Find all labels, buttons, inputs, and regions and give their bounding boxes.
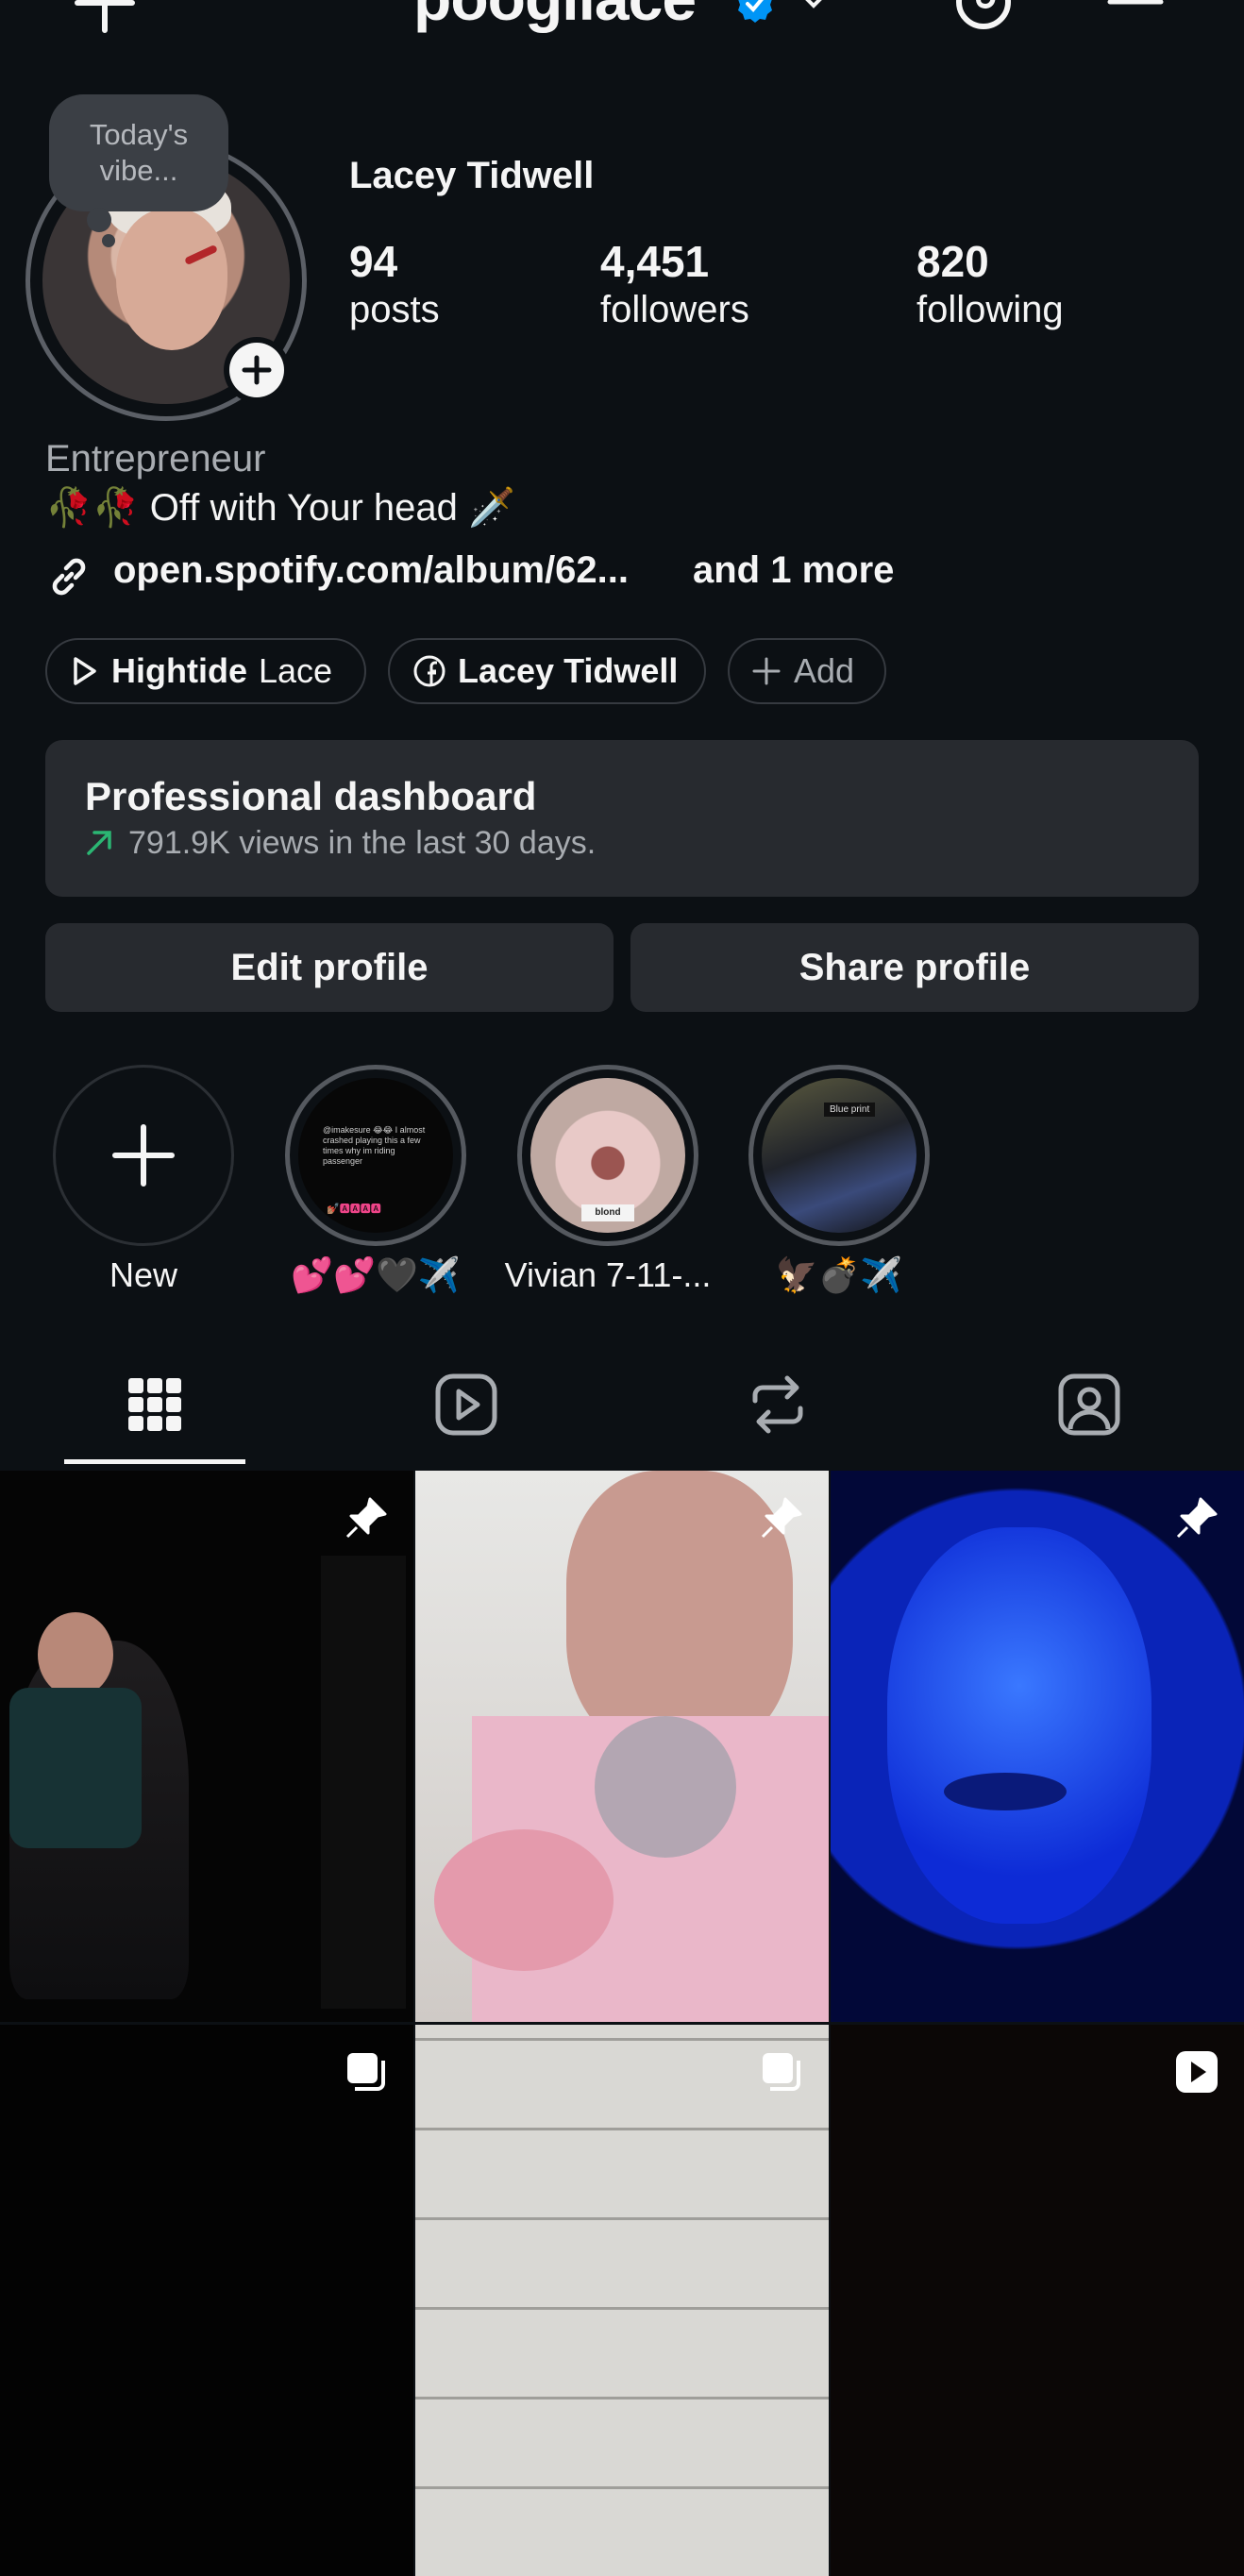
- post-tile-5[interactable]: [415, 2025, 829, 2576]
- threads-icon[interactable]: [953, 0, 1014, 32]
- top-bar: poogilace: [0, 0, 1244, 57]
- chip-facebook[interactable]: Lacey Tidwell: [388, 638, 706, 704]
- active-tab-indicator: [64, 1459, 245, 1464]
- note-bubble-tail-small: [102, 234, 115, 247]
- more-links[interactable]: and 1 more: [693, 549, 894, 592]
- tagged-icon[interactable]: [1053, 1369, 1125, 1440]
- chip-music-artist: Lace: [258, 651, 333, 690]
- pin-icon: [761, 1497, 802, 1539]
- plus-icon: [112, 1124, 175, 1187]
- highlight-new[interactable]: [53, 1065, 234, 1246]
- add-story-button[interactable]: [224, 337, 290, 403]
- post-tile-1[interactable]: [0, 1471, 413, 2022]
- following-count[interactable]: 820: [916, 236, 989, 287]
- pin-icon: [345, 1497, 387, 1539]
- chip-facebook-label: Lacey Tidwell: [458, 651, 679, 690]
- verified-badge-icon: [738, 0, 772, 23]
- highlight-3-label: Vivian 7-11-...: [504, 1255, 712, 1294]
- post-tile-6[interactable]: [831, 2025, 1244, 2576]
- highlight-4-cover[interactable]: Blue print: [762, 1078, 916, 1233]
- dashboard-title[interactable]: Professional dashboard: [85, 774, 536, 819]
- create-plus-icon[interactable]: [74, 0, 136, 34]
- edit-profile-button[interactable]: Edit profile: [45, 923, 614, 1012]
- post-tile-4[interactable]: [0, 2025, 413, 2576]
- posts-count[interactable]: 94: [349, 236, 397, 287]
- carousel-icon: [763, 2053, 800, 2091]
- bio-text: 🥀🥀 Off with Your head 🗡️: [45, 487, 515, 529]
- highlight-3-cover[interactable]: blond: [530, 1078, 685, 1233]
- highlight-3-caption: blond: [581, 1204, 634, 1221]
- highlight-2-cover[interactable]: @imakesure 😂😂 I almost crashed playing t…: [298, 1078, 453, 1233]
- followers-count[interactable]: 4,451: [600, 236, 709, 287]
- note-bubble-tail: [87, 208, 111, 232]
- followers-label[interactable]: followers: [600, 289, 749, 331]
- highlight-2-caption: @imakesure 😂😂 I almost crashed playing t…: [323, 1125, 426, 1166]
- share-profile-button[interactable]: Share profile: [630, 923, 1199, 1012]
- trend-up-arrow-icon: [87, 831, 111, 855]
- reposts-icon[interactable]: [742, 1369, 814, 1440]
- highlight-new-label: New: [109, 1255, 178, 1294]
- following-label[interactable]: following: [916, 289, 1064, 331]
- highlight-4-caption: Blue print: [824, 1103, 876, 1117]
- plus-icon: [242, 355, 272, 385]
- highlight-2-label: 💕💕🖤✈️: [291, 1255, 461, 1294]
- pin-icon: [1176, 1497, 1218, 1539]
- carousel-icon: [347, 2053, 385, 2091]
- chip-music[interactable]: Hightide Lace: [45, 638, 366, 704]
- reel-play-icon: [1176, 2051, 1218, 2093]
- chip-music-title: Hightide: [111, 651, 247, 690]
- profile-category: Entrepreneur: [45, 438, 266, 480]
- menu-icon[interactable]: [1106, 0, 1165, 25]
- dashboard-views: 791.9K views in the last 30 days.: [128, 825, 597, 861]
- posts-label[interactable]: posts: [349, 289, 440, 331]
- plus-icon: [752, 657, 781, 685]
- link-icon: [52, 558, 86, 596]
- facebook-icon: [413, 655, 445, 687]
- grid-icon[interactable]: [119, 1369, 191, 1440]
- reels-icon[interactable]: [430, 1369, 502, 1440]
- chevron-down-icon[interactable]: [799, 0, 829, 13]
- chip-add-label: Add: [794, 651, 855, 690]
- highlight-2-caption-tail: 💅🏽🅰🅰🅰🅰: [327, 1204, 381, 1215]
- username-title[interactable]: poogilace: [413, 0, 697, 34]
- highlight-4-label: 🦅💣✈️: [775, 1255, 903, 1294]
- post-tile-3[interactable]: [831, 1471, 1244, 2022]
- bio-link[interactable]: open.spotify.com/album/62...: [113, 549, 629, 592]
- play-icon: [74, 657, 96, 685]
- full-name: Lacey Tidwell: [349, 155, 595, 196]
- chip-add[interactable]: Add: [728, 638, 886, 704]
- post-tile-2[interactable]: [415, 1471, 829, 2022]
- note-bubble[interactable]: Today's vibe...: [49, 94, 228, 211]
